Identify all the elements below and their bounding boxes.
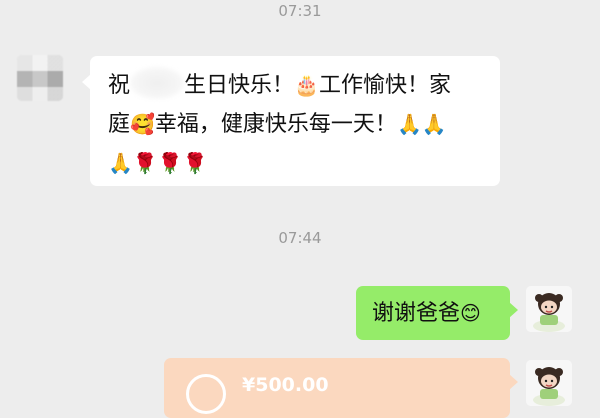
self-avatar[interactable] (526, 286, 572, 332)
outgoing-message-bubble[interactable]: 谢谢爸爸😊 (356, 286, 518, 340)
smiling-hearts-emoji-icon: 🥰 (130, 112, 155, 136)
transfer-amount: ¥500.00 (242, 374, 329, 396)
hands-and-roses-emoji-icon: 🙏🌹🌹🌹 (108, 151, 208, 175)
cartoon-girl-icon (526, 360, 572, 406)
cartoon-girl-icon (526, 286, 572, 332)
message-line-1: 祝生日快乐！🎂工作愉快！家 (108, 66, 500, 105)
incoming-message-bubble[interactable]: 祝生日快乐！🎂工作愉快！家 庭🥰幸福，健康快乐每一天！🙏🙏 🙏🌹🌹🌹 (82, 56, 500, 186)
message-line-3: 🙏🌹🌹🌹 (108, 144, 500, 183)
cake-emoji-icon: 🎂 (294, 73, 319, 97)
redacted-name (130, 67, 185, 99)
smiling-face-emoji-icon: 😊 (460, 301, 481, 325)
timestamp: 07:44 (278, 229, 322, 247)
timestamp: 07:31 (278, 2, 322, 20)
message-line-2: 庭🥰幸福，健康快乐每一天！🙏🙏 (108, 112, 447, 137)
self-avatar[interactable] (526, 360, 572, 406)
money-transfer-card[interactable]: ¥500.00 (164, 358, 518, 418)
transfer-check-icon (186, 374, 226, 414)
folded-hands-emoji-icon: 🙏🙏 (396, 112, 447, 136)
sender-avatar[interactable] (17, 55, 63, 101)
